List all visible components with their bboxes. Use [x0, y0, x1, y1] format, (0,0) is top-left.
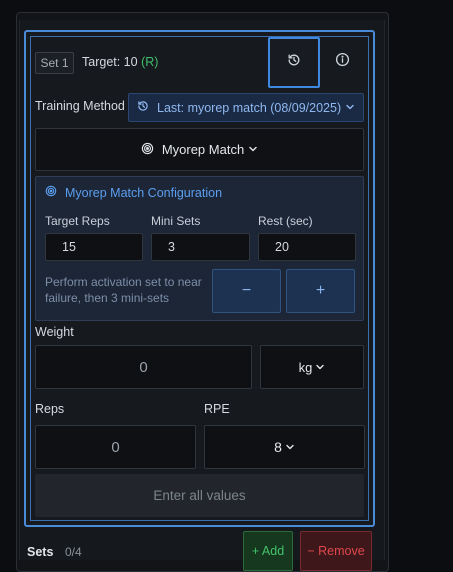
target-reps-value: 15	[62, 240, 76, 254]
mini-sets-value: 3	[168, 240, 175, 254]
config-description: Perform activation set to near failure, …	[45, 275, 202, 305]
training-method-select[interactable]: Last: myorep match (08/09/2025)	[128, 93, 364, 122]
target-text: Target: 10 (R)	[82, 55, 158, 69]
reps-value: 0	[111, 438, 120, 456]
weight-input[interactable]: 0	[35, 345, 252, 389]
remove-set-button[interactable]: − Remove	[300, 531, 372, 571]
increment-button[interactable]: +	[286, 269, 355, 313]
method-type-value: Myorep Match	[161, 142, 245, 157]
rpe-label: RPE	[204, 402, 230, 416]
reps-input[interactable]: 0	[35, 425, 196, 469]
mini-sets-label: Mini Sets	[151, 214, 201, 228]
myorep-config-panel: Myorep Match Configuration Target Reps M…	[35, 176, 364, 321]
set-number-badge: Set 1	[35, 52, 74, 74]
rest-sec-value: 20	[275, 240, 289, 254]
training-method-label: Training Method	[35, 99, 125, 113]
method-type-select[interactable]: Myorep Match	[35, 128, 364, 171]
target-icon	[45, 185, 57, 200]
chevron-down-icon	[285, 442, 295, 452]
weight-label: Weight	[35, 325, 74, 339]
info-button[interactable]	[326, 46, 358, 78]
mini-sets-input[interactable]: 3	[151, 233, 250, 261]
target-marker: (R)	[141, 55, 159, 69]
chevron-down-icon	[315, 362, 325, 372]
rpe-select[interactable]: 8	[204, 425, 365, 469]
chevron-down-icon	[345, 101, 355, 115]
config-title-text: Myorep Match Configuration	[65, 185, 223, 200]
target-reps-input[interactable]: 15	[45, 233, 143, 261]
weight-unit-select[interactable]: kg	[260, 345, 364, 389]
weight-unit-value: kg	[298, 359, 313, 375]
rest-sec-label: Rest (sec)	[258, 214, 313, 228]
reps-label: Reps	[35, 402, 65, 416]
target-reps-label: Target Reps	[45, 214, 110, 228]
rpe-value: 8	[274, 439, 282, 455]
target-label: Target: 10	[82, 55, 138, 69]
rest-sec-input[interactable]: 20	[258, 233, 356, 261]
weight-value: 0	[139, 358, 148, 376]
chevron-down-icon	[248, 142, 258, 157]
config-title: Myorep Match Configuration	[45, 185, 222, 200]
target-icon	[141, 142, 154, 158]
training-method-value: Last: myorep match (08/09/2025)	[157, 100, 342, 115]
history-icon	[137, 100, 149, 115]
history-button[interactable]	[268, 37, 320, 88]
enter-values-button[interactable]: Enter all values	[35, 474, 364, 517]
history-icon	[287, 53, 301, 72]
info-icon	[335, 52, 350, 72]
add-set-button[interactable]: + Add	[243, 531, 293, 571]
decrement-button[interactable]: −	[212, 269, 281, 313]
